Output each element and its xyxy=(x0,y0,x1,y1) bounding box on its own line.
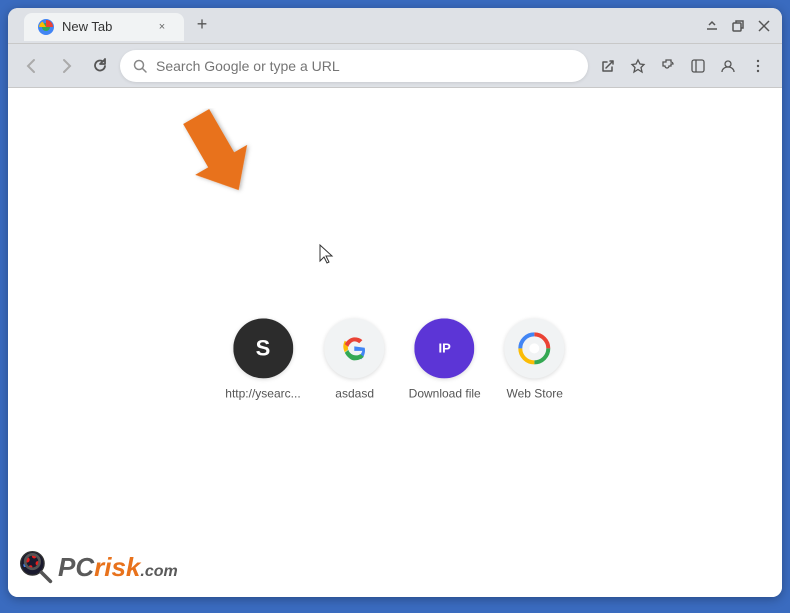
url-input[interactable] xyxy=(156,58,576,74)
ip-logo: IP xyxy=(415,318,475,378)
close-button[interactable] xyxy=(754,16,774,36)
shortcut-download-file[interactable]: IP Download file xyxy=(409,318,481,400)
shortcut-google[interactable]: asdasd xyxy=(325,318,385,400)
shortcut-label-ysearch: http://ysearc... xyxy=(225,386,300,400)
sidebar-icon[interactable] xyxy=(684,52,712,80)
cursor xyxy=(318,243,336,270)
shortcut-icon-download-file: IP xyxy=(415,318,475,378)
tab-favicon xyxy=(38,19,54,35)
shortcut-label-web-store: Web Store xyxy=(506,386,562,400)
toolbar xyxy=(8,44,782,88)
bookmark-icon[interactable] xyxy=(624,52,652,80)
new-tab-button[interactable]: + xyxy=(188,11,216,39)
pcrisk-logo: PCrisk .com xyxy=(18,549,178,585)
toolbar-actions xyxy=(594,52,772,80)
arrow-annotation xyxy=(183,108,263,203)
shortcut-icon-google xyxy=(325,318,385,378)
search-icon xyxy=(132,58,148,74)
tab-close-button[interactable]: × xyxy=(154,19,170,35)
menu-icon[interactable] xyxy=(744,52,772,80)
pcrisk-watermark: PCrisk .com xyxy=(8,537,208,597)
shortcut-label-download-file: Download file xyxy=(409,386,481,400)
tab-bar: New Tab × + xyxy=(16,11,216,41)
pcrisk-text-group: PCrisk .com xyxy=(58,552,178,583)
back-button[interactable] xyxy=(18,52,46,80)
ysearch-logo: S xyxy=(233,318,293,378)
pcrisk-com-text: .com xyxy=(140,563,177,581)
shortcut-icon-web-store xyxy=(505,318,565,378)
refresh-button[interactable] xyxy=(86,52,114,80)
profile-icon[interactable] xyxy=(714,52,742,80)
browser-window: New Tab × + xyxy=(8,8,782,597)
pcrisk-pc-text: PCrisk xyxy=(58,552,140,583)
forward-button[interactable] xyxy=(52,52,80,80)
title-bar: New Tab × + xyxy=(8,8,782,44)
extension-icon[interactable] xyxy=(654,52,682,80)
tab-title: New Tab xyxy=(62,19,146,34)
restore-button[interactable] xyxy=(728,16,748,36)
address-bar[interactable] xyxy=(120,50,588,82)
page-content: S http://ysearc... asdasd xyxy=(8,88,782,597)
google-logo xyxy=(325,318,385,378)
pcrisk-magnifier-icon xyxy=(18,549,54,585)
shortcuts-grid: S http://ysearc... asdasd xyxy=(225,318,564,400)
browser-tab[interactable]: New Tab × xyxy=(24,13,184,41)
shortcut-ysearch[interactable]: S http://ysearc... xyxy=(225,318,300,400)
share-icon[interactable] xyxy=(594,52,622,80)
shortcut-web-store[interactable]: Web Store xyxy=(505,318,565,400)
shortcut-label-google: asdasd xyxy=(335,386,374,400)
shortcut-icon-ysearch: S xyxy=(233,318,293,378)
minimize-button[interactable] xyxy=(702,16,722,36)
webstore-logo xyxy=(505,318,565,378)
window-controls xyxy=(702,16,774,36)
